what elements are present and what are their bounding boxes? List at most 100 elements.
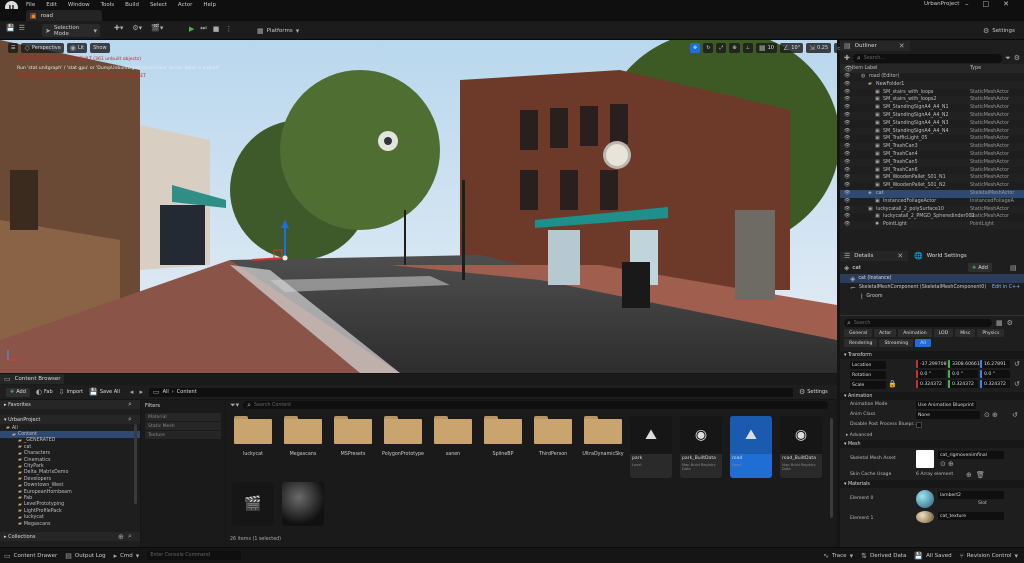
skeletal-mesh-dropdown[interactable]: cat_rigmovenimfinal bbox=[938, 451, 1004, 459]
category-filter-general[interactable]: General bbox=[844, 329, 873, 337]
visibility-icon[interactable]: 👁 bbox=[844, 120, 850, 126]
outliner-row[interactable]: 👁 ▰ NewFolder1 bbox=[840, 80, 1024, 89]
add-component-button[interactable]: ✚ Add bbox=[968, 263, 992, 272]
rotation-dropdown[interactable]: Rotation bbox=[850, 371, 886, 379]
asset-tile[interactable]: ◉ road_BuiltData Map Build Registry Data bbox=[780, 416, 822, 478]
back-icon[interactable]: ◂ bbox=[130, 388, 134, 396]
close-icon[interactable]: ✕ bbox=[1003, 0, 1009, 8]
mesh-section[interactable]: ▾ Mesh bbox=[840, 440, 1024, 448]
visibility-icon[interactable]: 👁 bbox=[844, 73, 850, 79]
folder-tile[interactable]: luckycat bbox=[232, 416, 274, 466]
menu-item-actor[interactable]: Actor bbox=[178, 2, 192, 8]
asset-tile[interactable] bbox=[282, 482, 324, 526]
blueprint-icon[interactable]: ▤ bbox=[1010, 264, 1017, 272]
filter-item[interactable]: Static Mesh bbox=[145, 422, 221, 430]
search-icon[interactable]: ⌕ bbox=[128, 532, 132, 541]
visibility-icon[interactable]: 👁 bbox=[844, 167, 850, 173]
breadcrumb-content[interactable]: Content bbox=[177, 389, 197, 395]
menu-item-edit[interactable]: Edit bbox=[46, 2, 57, 8]
content-search-input[interactable]: ⌕ Search Content bbox=[243, 401, 829, 409]
asset-tile[interactable]: 🎬 bbox=[232, 482, 274, 526]
rotation-y-input[interactable]: 0.0 ° bbox=[948, 370, 978, 378]
minimize-icon[interactable]: – bbox=[965, 0, 969, 8]
reset-icon[interactable]: ↺ bbox=[1012, 411, 1018, 419]
level-tab[interactable]: ▣ road bbox=[26, 10, 102, 21]
forward-icon[interactable]: ▸ bbox=[139, 388, 143, 396]
component-row[interactable]: ⌐ SkeletalMeshComponent (SkeletalMeshCom… bbox=[840, 283, 1024, 292]
element0-dropdown[interactable]: lambert2 bbox=[938, 491, 1004, 499]
browse-icon[interactable]: ⊙ bbox=[940, 460, 946, 468]
outliner-row[interactable]: 👁 ▣ SM_StandingSignA4_A4_N1 StaticMeshActor bbox=[840, 104, 1024, 112]
category-filter-lod[interactable]: LOD bbox=[933, 329, 954, 337]
derived-data-button[interactable]: ⇅ Derived Data bbox=[861, 552, 906, 560]
browse-icon[interactable]: ☰ bbox=[19, 24, 25, 32]
menu-item-build[interactable]: Build bbox=[125, 2, 139, 8]
settings-icon[interactable]: ⚙ bbox=[1007, 319, 1013, 327]
folder-tile[interactable]: MSPresets bbox=[332, 416, 374, 466]
menu-item-help[interactable]: Help bbox=[203, 2, 216, 8]
folder-tile[interactable]: UltraDynamicSky bbox=[582, 416, 624, 466]
blueprint-icon[interactable]: ⚙▾ bbox=[132, 24, 142, 32]
element0-thumbnail[interactable] bbox=[916, 490, 934, 508]
visibility-icon[interactable]: 👁 bbox=[844, 221, 850, 227]
use-selected-icon[interactable]: ⊕ bbox=[948, 460, 954, 468]
visibility-icon[interactable]: 👁 bbox=[844, 198, 850, 204]
menu-item-select[interactable]: Select bbox=[150, 2, 167, 8]
outliner-row[interactable]: 👁 ▣ SM_TrafficLight_05 StaticMeshActor bbox=[840, 135, 1024, 143]
menu-item-window[interactable]: Window bbox=[68, 2, 90, 8]
outliner-row[interactable]: 👁 ▣ InstancedFoliageActor InstancedFoliageA bbox=[840, 198, 1024, 206]
outliner-row[interactable]: 👁 ◈ cat SkeletalMeshActor bbox=[840, 189, 1024, 198]
scale-mode-icon[interactable]: ⤢ bbox=[716, 43, 727, 53]
outliner-row[interactable]: 👁 ✹ PointLight PointLight bbox=[840, 221, 1024, 229]
outliner-row[interactable]: 👁 ▣ SM_WoodenPallet_S01_N2 StaticMeshActor bbox=[840, 182, 1024, 190]
rotation-x-input[interactable]: 0.0 ° bbox=[916, 370, 946, 378]
advanced-row[interactable]: ▸ Advanced bbox=[840, 430, 1024, 440]
outliner-row[interactable]: 👁 ▣ SM_TrashCan4 StaticMeshActor bbox=[840, 151, 1024, 159]
rotation-snap-button[interactable]: ∠ 10° bbox=[779, 43, 804, 53]
search-icon[interactable]: ⌕ bbox=[128, 415, 132, 424]
asset-tile[interactable]: ⛰ road Level bbox=[730, 416, 772, 478]
fab-button[interactable]: ◐ Fab bbox=[36, 388, 53, 396]
category-filter-misc[interactable]: Misc bbox=[955, 329, 976, 337]
outliner-row[interactable]: 👁 ◍ road (Editor) bbox=[840, 73, 1024, 81]
clear-icon[interactable]: 🗑 bbox=[976, 471, 985, 479]
play-icon[interactable]: ▶ bbox=[189, 25, 194, 33]
selection-mode-dropdown[interactable]: ➤ Selection Mode ▾ bbox=[42, 24, 100, 37]
import-button[interactable]: ⇩ Import bbox=[59, 388, 83, 396]
rotate-mode-icon[interactable]: ↻ bbox=[703, 43, 714, 53]
close-icon[interactable]: ✕ bbox=[899, 42, 905, 50]
visibility-icon[interactable]: 👁 bbox=[844, 104, 850, 110]
visibility-icon[interactable]: 👁 bbox=[844, 151, 850, 157]
item-label-column[interactable]: Item Label bbox=[852, 66, 877, 71]
outliner-row[interactable]: 👁 ▣ SM_WoodenPallet_S01_N1 StaticMeshActor bbox=[840, 174, 1024, 183]
category-filter-physics[interactable]: Physics bbox=[977, 329, 1005, 337]
save-icon[interactable]: 💾 bbox=[6, 24, 15, 32]
content-browser-tab[interactable]: ▭ Content Browser bbox=[0, 374, 64, 384]
lit-button[interactable]: ◉ Lit bbox=[66, 43, 88, 53]
element1-dropdown[interactable]: cat_texture bbox=[938, 512, 1004, 520]
scale-x-input[interactable]: 0.324372 bbox=[916, 380, 946, 388]
tree-scrollbar[interactable] bbox=[134, 424, 137, 504]
breadcrumb-all[interactable]: All bbox=[163, 389, 169, 395]
folder-tree-item[interactable]: ▰ Megascans bbox=[0, 521, 140, 527]
play-options-icon[interactable]: ⋮ bbox=[225, 25, 232, 33]
add-content-icon[interactable]: ✚▾ bbox=[114, 24, 123, 32]
visibility-icon[interactable]: 👁 bbox=[844, 190, 850, 196]
all-saved-button[interactable]: 💾 All Saved bbox=[914, 552, 951, 560]
outliner-row[interactable]: 👁 ▣ SM_StandingSignA4_A4_N4 StaticMeshActor bbox=[840, 127, 1024, 136]
type-column[interactable]: Type bbox=[970, 66, 981, 71]
add-icon[interactable]: ✚ bbox=[844, 54, 850, 62]
outliner-row[interactable]: 👁 ▣ SM_StandingSignA4_A4_N3 StaticMeshActor bbox=[840, 120, 1024, 128]
use-selected-icon[interactable]: ⊕ bbox=[992, 411, 998, 419]
folder-tile[interactable]: sanen bbox=[432, 416, 474, 466]
level-viewport[interactable] bbox=[0, 40, 837, 373]
menu-item-tools[interactable]: Tools bbox=[101, 2, 115, 8]
asset-scrollbar[interactable] bbox=[830, 418, 833, 518]
visibility-icon[interactable]: 👁 bbox=[844, 206, 850, 212]
outliner-row[interactable]: 👁 ▣ luckycatall_2_polySurface10 StaticMeshA… bbox=[840, 205, 1024, 214]
reset-icon[interactable]: ↺ bbox=[1014, 380, 1020, 388]
animation-section[interactable]: ▾ Animation bbox=[840, 392, 1024, 400]
folder-tile[interactable]: SplineBP bbox=[482, 416, 524, 466]
filter-icon[interactable]: ⏷ bbox=[1005, 54, 1011, 63]
world-settings-tab[interactable]: 🌐 World Settings bbox=[910, 251, 967, 261]
